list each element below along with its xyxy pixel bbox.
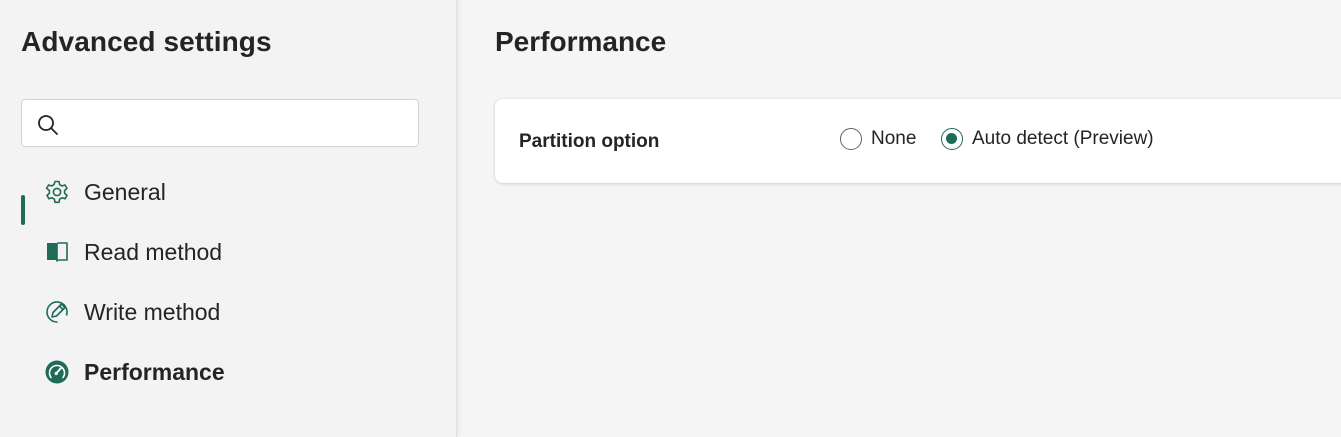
nav-item-write-method[interactable]: Write method	[0, 282, 456, 342]
partition-option-card: Partition option None Auto detect (Previ…	[495, 99, 1341, 183]
nav-label-general: General	[84, 179, 166, 205]
radio-none[interactable]: None	[840, 128, 916, 150]
nav-item-general[interactable]: General	[0, 162, 456, 222]
page-title: Performance	[495, 26, 667, 57]
sidebar-title: Advanced settings	[21, 26, 272, 57]
book-icon	[47, 242, 68, 262]
partition-option-label: Partition option	[519, 131, 660, 152]
nav-label-read-method: Read method	[84, 239, 223, 265]
sidebar: Advanced settings General Read method Wr…	[0, 0, 457, 437]
radio-none-circle[interactable]	[840, 128, 862, 150]
radio-auto-detect[interactable]: Auto detect (Preview)	[941, 128, 1154, 150]
search-input[interactable]	[70, 100, 414, 148]
gauge-icon	[45, 360, 69, 384]
search-icon	[38, 115, 58, 135]
pen-icon	[46, 301, 68, 323]
nav-label-performance: Performance	[84, 359, 225, 385]
radio-auto-detect-circle[interactable]	[941, 128, 963, 150]
settings-nav: General Read method Write method Perform…	[0, 162, 456, 402]
nav-label-write-method: Write method	[84, 299, 221, 325]
nav-item-read-method[interactable]: Read method	[0, 222, 456, 282]
gear-icon	[45, 180, 68, 204]
nav-item-performance[interactable]: Performance	[0, 342, 456, 402]
radio-none-label: None	[871, 128, 917, 149]
search-box[interactable]	[21, 99, 419, 148]
radio-auto-detect-label: Auto detect (Preview)	[972, 128, 1154, 149]
advanced-settings-window: Advanced settings General Read method Wr…	[0, 0, 1341, 437]
